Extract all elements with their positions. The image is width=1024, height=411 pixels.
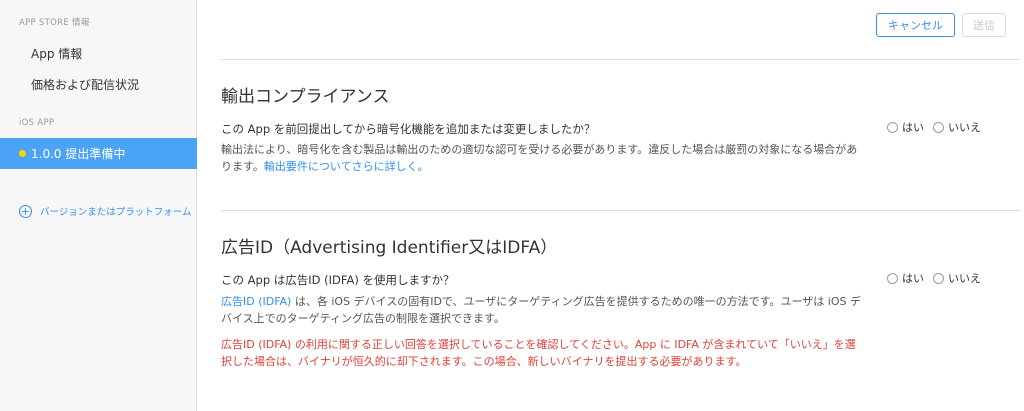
export-yes-radio[interactable]: はい — [887, 119, 924, 135]
radio-circle-icon — [887, 121, 898, 133]
radio-circle-icon — [933, 272, 944, 284]
plus-circle-icon: + — [19, 204, 32, 218]
idfa-question: この App は広告ID (IDFA) を使用しますか？ — [221, 273, 455, 287]
export-no-radio[interactable]: いいえ — [933, 119, 981, 135]
export-no-label: いいえ — [948, 121, 981, 134]
radio-circle-icon — [933, 121, 944, 133]
idfa-yes-label: はい — [902, 272, 924, 285]
export-yes-label: はい — [902, 121, 924, 134]
idfa-link[interactable]: 広告ID (IDFA) — [221, 295, 291, 308]
idfa-no-radio[interactable]: いいえ — [933, 270, 981, 286]
submit-button[interactable]: 送信 — [962, 13, 1006, 37]
sidebar-item-version-label: 1.0.0 提出準備中 — [31, 147, 126, 161]
sidebar-section-ios-app: iOS APP — [19, 118, 55, 128]
export-compliance-title: 輸出コンプライアンス — [221, 87, 390, 107]
add-version-button[interactable]: + バージョンまたはプラットフォーム — [19, 204, 192, 218]
export-compliance-question: この App を前回提出してから暗号化機能を追加または変更しましたか？ — [221, 122, 596, 136]
export-compliance-radios: はい いいえ — [887, 119, 990, 135]
top-divider — [221, 59, 1021, 60]
sidebar-item-pricing[interactable]: 価格および配信状況 — [31, 76, 139, 93]
add-version-label: バージョンまたはプラットフォーム — [40, 207, 192, 218]
middle-divider — [221, 210, 1021, 211]
sidebar-item-app-info[interactable]: App 情報 — [31, 45, 82, 62]
status-dot-icon — [19, 150, 26, 157]
export-requirements-link[interactable]: 輸出要件についてさらに詳しく。 — [264, 160, 429, 173]
sidebar: APP STORE 情報 App 情報 価格および配信状況 iOS APP 1.… — [0, 0, 197, 411]
sidebar-item-version-active[interactable]: 1.0.0 提出準備中 — [0, 138, 197, 169]
idfa-title: 広告ID（Advertising Identifier又はIDFA） — [221, 238, 558, 258]
idfa-description-text: は、各 iOS デバイスの固有IDで、ユーザにターゲティング広告を提供するための… — [221, 295, 861, 325]
idfa-description: 広告ID (IDFA) は、各 iOS デバイスの固有IDで、ユーザにターゲティ… — [221, 293, 861, 327]
export-compliance-description: 輸出法により、暗号化を含む製品は輸出のための適切な認可を受ける必要があります。違… — [221, 141, 861, 175]
idfa-warning: 広告ID (IDFA) の利用に関する正しい回答を選択していることを確認してくだ… — [221, 338, 856, 368]
cancel-button[interactable]: キャンセル — [876, 13, 955, 37]
idfa-radios: はい いいえ — [887, 270, 990, 286]
radio-circle-icon — [887, 272, 898, 284]
idfa-yes-radio[interactable]: はい — [887, 270, 924, 286]
sidebar-section-app-store: APP STORE 情報 — [19, 18, 90, 28]
idfa-no-label: いいえ — [948, 272, 981, 285]
